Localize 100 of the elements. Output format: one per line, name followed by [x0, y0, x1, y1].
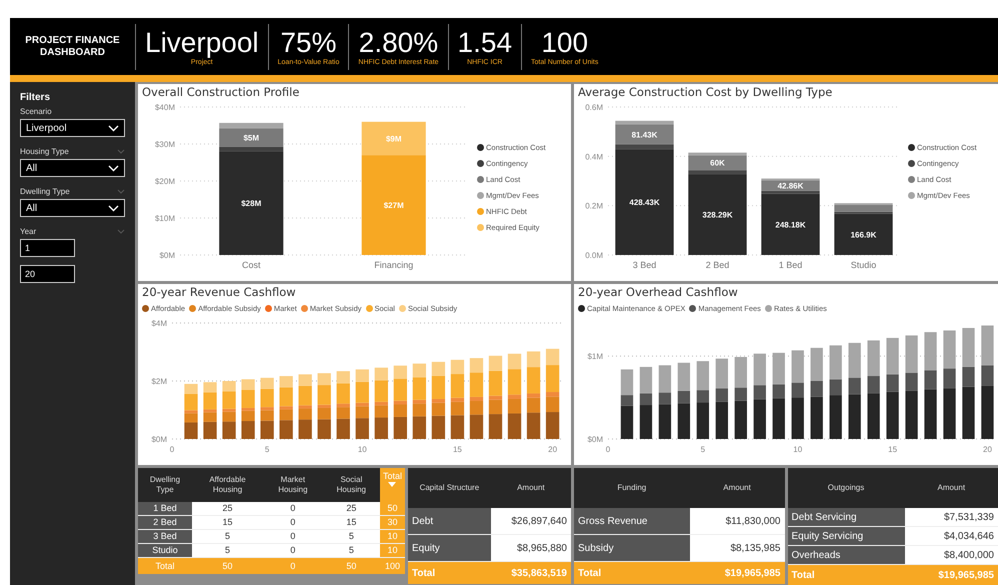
table-cell: 50 [322, 558, 380, 574]
axis-label: $10M [154, 214, 175, 223]
data-label: $28M [241, 199, 262, 208]
filter-label: Year [20, 227, 36, 236]
column-header[interactable]: Capital Structure [408, 468, 491, 508]
table-cell: Total [788, 564, 905, 585]
kpi-value: 1.54 [458, 27, 512, 59]
kpi-value: 75% [280, 27, 337, 58]
data-label: $27M [384, 201, 404, 210]
table-cell: 100 [380, 558, 405, 574]
chevron-icon [108, 164, 119, 172]
table-cell: 0 [263, 558, 323, 574]
axis-label: 15 [452, 445, 462, 454]
table-cell: Total [574, 562, 690, 584]
filter-label: Dwelling Type [20, 187, 70, 196]
table-cell: $11,830,000 [690, 508, 784, 534]
table-cell: $4,034,646 [904, 526, 998, 546]
axis-label: $0M [159, 251, 175, 260]
dashboard-title: PROJECT FINANCE DASHBOARD [24, 34, 121, 58]
column-header[interactable]: Outgoings [788, 468, 905, 508]
axis-label: 20 [548, 445, 558, 454]
axis-label: $40M [154, 103, 175, 112]
axis-label: $30M [154, 140, 175, 149]
axis-label: 0 [606, 445, 610, 454]
data-label: 81.43K [632, 130, 658, 140]
axis-label: 0.6M [585, 103, 603, 112]
table-cell: Debt [408, 508, 491, 534]
table-cell: 1 Bed [138, 502, 192, 516]
table-cell: 0 [263, 516, 323, 530]
table-cell: Overheads [788, 546, 905, 564]
table-cell: Equity Servicing [788, 526, 905, 546]
table-cell: Gross Revenue [574, 508, 690, 534]
axis-label: 1 Bed [778, 260, 802, 270]
input-field[interactable]: 1 [20, 239, 75, 257]
axis-label: Studio [850, 260, 876, 270]
table-cell: 3 Bed [138, 530, 192, 544]
table-cell: 15 [322, 516, 380, 530]
axis-label: $1M [587, 352, 603, 362]
table-cell: Debt Servicing [788, 508, 905, 526]
data-label: 428.43K [629, 198, 660, 208]
table-cell: Total [138, 558, 192, 574]
chevron-icon[interactable] [117, 229, 125, 234]
table-cell: $8,400,000 [904, 546, 998, 564]
column-header[interactable]: Market Housing [263, 468, 323, 502]
kpi-value: 100 [541, 27, 588, 58]
axis-label: Financing [374, 260, 414, 270]
kpi-value: 2.80% [358, 27, 438, 58]
dropdown[interactable]: Liverpool [20, 119, 125, 137]
chart-title: Average Construction Cost by Dwelling Type [578, 85, 832, 99]
axis-label: 10 [358, 445, 367, 454]
table-cell: 25 [322, 502, 380, 516]
table-cell: $19,965,985 [904, 564, 998, 585]
axis-label: 15 [888, 445, 898, 454]
data-label: $9M [386, 134, 402, 144]
chart-title: 20-year Revenue Cashflow [142, 285, 296, 299]
table-cell: $35,863,519 [490, 562, 571, 584]
chevron-icon [108, 124, 119, 132]
axis-label: 20 [983, 445, 992, 454]
chevron-icon[interactable] [117, 149, 125, 154]
column-header[interactable]: Social Housing [322, 468, 380, 502]
axis-label: 0.4M [585, 152, 603, 162]
table-cell: 50 [380, 502, 405, 516]
axis-label: 5 [700, 445, 706, 454]
column-header[interactable]: Dwelling Type [138, 468, 192, 502]
chevron-icon [108, 204, 119, 212]
column-header[interactable]: Funding [574, 468, 690, 508]
axis-label: 0.0M [585, 251, 603, 260]
table-cell: 5 [192, 544, 264, 558]
table-cell: 0 [263, 530, 323, 544]
table-cell: 50 [192, 558, 264, 574]
column-header[interactable]: Amount [490, 468, 571, 508]
table-cell: 5 [192, 530, 264, 544]
data-label: 60K [710, 158, 725, 168]
dropdown[interactable]: All [20, 199, 125, 217]
chart-title: Overall Construction Profile [142, 85, 300, 99]
column-header[interactable]: Amount [690, 468, 784, 508]
axis-label: $20M [154, 177, 175, 186]
table-cell: $8,965,880 [490, 534, 571, 562]
axis-label: $4M [151, 319, 167, 328]
data-label: 42.86K [778, 182, 804, 191]
axis-label: $2M [151, 377, 167, 386]
data-label: 166.9K [850, 230, 876, 240]
kpi-value: Liverpool [145, 27, 259, 58]
table-cell: 0 [263, 544, 323, 558]
data-label: 328.29K [702, 210, 733, 220]
table-cell: Equity [408, 534, 491, 562]
data-label: 248.18K [775, 220, 806, 230]
table-cell: $8,135,985 [690, 534, 784, 562]
dropdown[interactable]: All [20, 159, 125, 177]
chevron-icon[interactable] [117, 189, 125, 194]
table-cell: 0 [263, 502, 323, 516]
chart-title: 20-year Overhead Cashflow [578, 285, 738, 299]
axis-label: $0M [587, 435, 603, 444]
column-header[interactable]: Affordable Housing [192, 468, 264, 502]
table-cell: $7,531,339 [904, 508, 998, 526]
table-cell: $26,897,640 [490, 508, 571, 534]
table-cell: 5 [322, 544, 380, 558]
table-cell: 2 Bed [138, 516, 192, 530]
column-header[interactable]: Amount [904, 468, 998, 508]
input-field[interactable]: 20 [20, 265, 75, 283]
